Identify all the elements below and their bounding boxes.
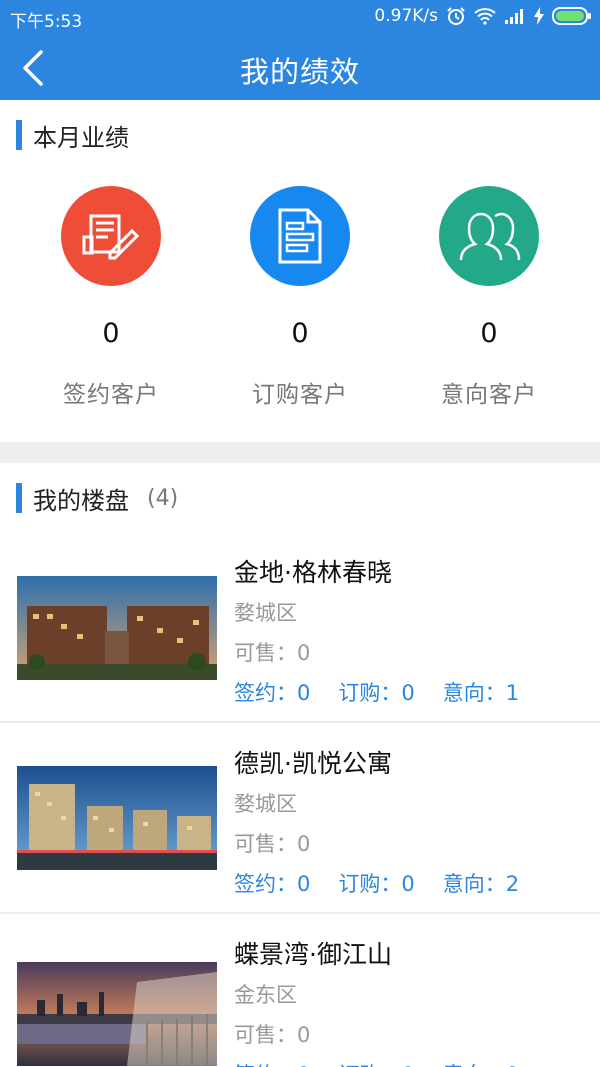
property-available: 可售：0 — [234, 641, 311, 665]
property-count: (4) — [147, 485, 179, 511]
stat-signed-customers[interactable]: 0 签约客户 — [16, 186, 206, 409]
my-properties-section: 我的楼盘 (4) 金地·格林春晓 婺城区 可售：0 签约：0 订购：0 意向：1 — [0, 463, 600, 1067]
property-image — [17, 576, 217, 680]
stat-label: 意向客户 — [441, 382, 537, 408]
property-district: 金东区 — [234, 983, 297, 1007]
status-indicators: 0.97K/s — [374, 6, 592, 26]
property-available: 可售：0 — [234, 1023, 311, 1047]
section-header: 本月业绩 — [16, 118, 129, 152]
signal-icon — [504, 7, 526, 25]
property-item[interactable]: 德凯·凯悦公寓 婺城区 可售：0 签约：0 订购：0 意向：2 — [0, 724, 600, 914]
nav-bar: 我的绩效 — [0, 34, 600, 100]
status-bar: 下午5:53 0.97K/s — [0, 0, 600, 34]
property-image — [17, 962, 217, 1066]
ordered-count: 订购：0 — [338, 681, 415, 705]
section-title: 我的楼盘 — [33, 486, 129, 515]
ordered-count: 订购：0 — [338, 872, 415, 896]
stat-label: 订购客户 — [252, 382, 348, 408]
network-speed: 0.97K/s — [374, 6, 438, 26]
charging-icon — [534, 7, 544, 25]
page-title: 我的绩效 — [239, 55, 360, 89]
intent-count: 意向：0 — [443, 1059, 519, 1067]
stat-value: 0 — [291, 318, 309, 349]
property-available: 可售：0 — [234, 832, 311, 856]
app-header: 下午5:53 0.97K/s 我的绩效 — [0, 0, 600, 100]
property-district: 婺城区 — [234, 792, 297, 816]
stat-value: 0 — [480, 318, 498, 349]
ordered-count: 订购：0 — [338, 1059, 414, 1067]
property-name: 蝶景湾·御江山 — [234, 940, 392, 969]
property-metrics: 签约：0 订购：0 意向：0 — [234, 1059, 519, 1067]
signed-count: 签约：0 — [234, 681, 311, 705]
contract-pen-icon — [61, 186, 161, 286]
intent-count: 意向：1 — [442, 681, 520, 705]
signed-count: 签约：0 — [234, 1059, 310, 1067]
alarm-icon — [446, 6, 466, 26]
status-time: 下午5:53 — [10, 12, 83, 32]
section-title: 本月业绩 — [33, 123, 129, 152]
section-header: 我的楼盘 (4) — [16, 481, 178, 515]
property-metrics: 签约：0 订购：0 意向：2 — [234, 868, 519, 898]
battery-icon — [552, 7, 592, 25]
stat-ordered-customers[interactable]: 0 订购客户 — [205, 186, 395, 409]
section-accent-bar — [16, 120, 22, 150]
intent-count: 意向：2 — [442, 872, 520, 896]
stat-intent-customers[interactable]: 0 意向客户 — [394, 186, 584, 409]
property-item[interactable]: 蝶景湾·御江山 金东区 可售：0 签约：0 订购：0 意向：0 — [0, 915, 600, 1067]
signed-count: 签约：0 — [234, 872, 311, 896]
section-accent-bar — [16, 483, 22, 513]
property-district: 婺城区 — [234, 601, 297, 625]
property-metrics: 签约：0 订购：0 意向：1 — [234, 677, 519, 707]
document-icon — [250, 186, 350, 286]
property-image — [17, 766, 217, 870]
property-name: 德凯·凯悦公寓 — [234, 749, 392, 778]
wifi-icon — [474, 7, 496, 25]
stat-value: 0 — [102, 318, 120, 349]
stat-label: 签约客户 — [63, 382, 159, 408]
property-name: 金地·格林春晓 — [234, 558, 392, 587]
monthly-performance-section: 本月业绩 0 签约客户 0 订购客户 0 意向客户 — [0, 100, 600, 442]
people-icon — [439, 186, 539, 286]
property-item[interactable]: 金地·格林春晓 婺城区 可售：0 签约：0 订购：0 意向：1 — [0, 533, 600, 723]
